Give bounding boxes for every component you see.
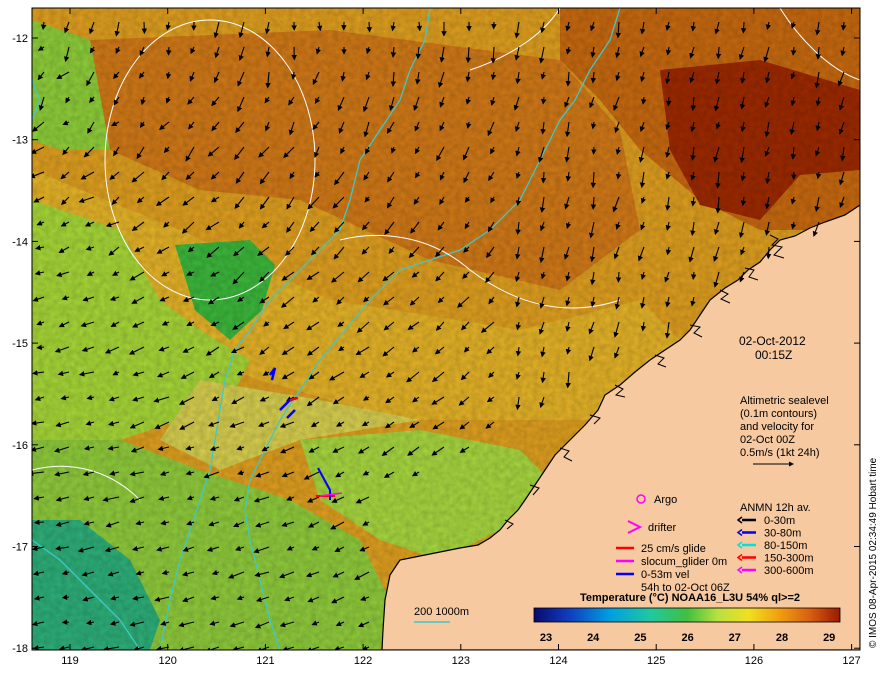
glider-line-1: 25 cm/s glide: [641, 543, 706, 555]
altimetry-line-4: 02-Oct 00Z: [740, 434, 795, 446]
lon-tick-label: 121: [256, 655, 274, 667]
sst-map: 119 120 121 122 123 124 125 126 127 -12 -13 -14 -15…: [12, 7, 879, 667]
plot-area: [32, 8, 860, 650]
lon-tick-label: 126: [745, 655, 763, 667]
colorbar-tick-label: 23: [540, 632, 552, 644]
credit-text: © IMOS 08-Apr-2015 02:34:49 Hobart time: [868, 457, 879, 648]
colorbar-gradient: [533, 607, 841, 623]
drifter-label: drifter: [648, 522, 676, 534]
altimetry-line-1: Altimetric sealevel: [740, 395, 829, 407]
lat-tick-label: -17: [12, 542, 28, 554]
lon-tick-label: 120: [159, 655, 177, 667]
lat-tick-label: -12: [12, 33, 28, 45]
colorbar-tick-label: 25: [634, 632, 646, 644]
colorbar-tick-label: 29: [823, 632, 835, 644]
anmn-label: 150-300m: [764, 553, 814, 565]
lon-tick-label: 119: [61, 655, 79, 667]
anmn-label: 0-30m: [764, 515, 795, 527]
date-label: 02-Oct-2012: [739, 334, 806, 348]
anmn-title: ANMN 12h av.: [740, 502, 811, 514]
argo-label: Argo: [654, 494, 677, 506]
isobath-label: 200 1000m: [414, 606, 469, 618]
anmn-label: 80-150m: [764, 540, 807, 552]
lon-tick-label: 125: [647, 655, 665, 667]
lat-tick-label: -15: [12, 338, 28, 350]
colorbar-tick-label: 24: [587, 632, 600, 644]
colorbar-tick-label: 26: [681, 632, 693, 644]
lat-tick-label: -13: [12, 135, 28, 147]
time-label: 00:15Z: [755, 348, 792, 362]
altimetry-line-5: 0.5m/s (1kt 24h): [740, 447, 819, 459]
glider-line-2: slocum_glider 0m: [641, 556, 727, 568]
colorbar-tick-label: 28: [776, 632, 788, 644]
colorbar-title: Temperature (°C) NOAA16_L3U 54% ql>=2: [580, 592, 800, 604]
anmn-label: 300-600m: [764, 565, 814, 577]
lon-tick-label: 127: [842, 655, 860, 667]
anmn-label: 30-80m: [764, 528, 801, 540]
altimetry-line-3: and velocity for: [740, 421, 814, 433]
lon-tick-label: 122: [354, 655, 372, 667]
lat-tick-label: -18: [12, 643, 28, 655]
altimetry-line-2: (0.1m contours): [740, 408, 817, 420]
lon-tick-label: 124: [549, 655, 567, 667]
colorbar-tick-label: 27: [729, 632, 741, 644]
lat-tick-label: -16: [12, 440, 28, 452]
lat-tick-label: -14: [12, 236, 28, 248]
glider-line-3: 0-53m vel: [641, 569, 689, 581]
lon-tick-label: 123: [452, 655, 470, 667]
